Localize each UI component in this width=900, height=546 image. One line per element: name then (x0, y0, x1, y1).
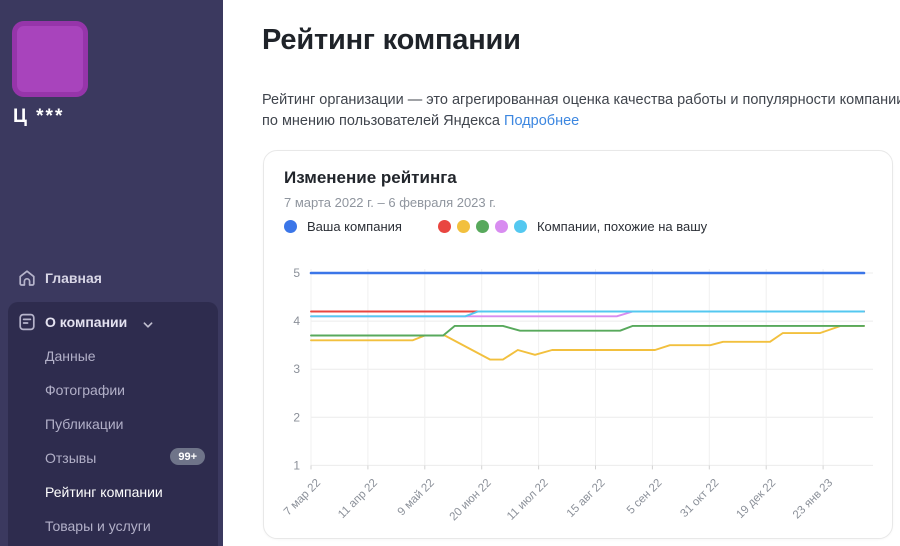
y-tick-label: 3 (293, 362, 300, 376)
sidebar-item-reviews[interactable]: Отзывы (45, 450, 96, 466)
x-tick-label: 15 авг 22 (565, 477, 608, 520)
company-avatar[interactable] (12, 21, 88, 97)
chevron-down-icon[interactable] (142, 318, 154, 330)
sidebar-item-photos[interactable]: Фотографии (45, 382, 125, 398)
legend-dots-similar-companies (438, 220, 527, 233)
more-link[interactable]: Подробнее (504, 113, 579, 129)
legend-dot (438, 220, 451, 233)
rating-chart-card: Изменение рейтинга 7 марта 2022 г. – 6 ф… (263, 150, 893, 539)
x-tick-label: 11 апр 22 (336, 477, 380, 521)
sidebar-item-data[interactable]: Данные (45, 348, 96, 364)
sidebar: Ц *** Главная О компании (0, 0, 223, 546)
chart-legend: Ваша компания Компании, похожие на вашу (284, 217, 707, 235)
page-title: Рейтинг компании (262, 24, 521, 57)
y-tick-label: 5 (293, 266, 300, 280)
page-description-text: Рейтинг организации — это агрегированная… (262, 92, 900, 129)
legend-dot (514, 220, 527, 233)
sidebar-item-posts[interactable]: Публикации (45, 416, 123, 432)
legend-label-your-company: Ваша компания (307, 219, 402, 234)
chart-date-range: 7 марта 2022 г. – 6 февраля 2023 г. (284, 195, 496, 210)
document-icon (17, 312, 37, 332)
x-tick-label: 5 сен 22 (625, 477, 665, 517)
company-name: Ц *** (13, 106, 64, 128)
app-screen: Ц *** Главная О компании (0, 0, 900, 546)
legend-dot-your-company (284, 220, 297, 233)
chart-svg: 543217 мар 2211 апр 229 май 2220 июн 221… (264, 247, 892, 538)
x-tick-label: 11 июл 22 (505, 477, 551, 523)
y-tick-label: 2 (293, 410, 300, 424)
sidebar-section-label[interactable]: О компании (45, 314, 127, 330)
x-tick-label: 9 май 22 (396, 477, 437, 518)
page-description: Рейтинг организации — это агрегированная… (262, 90, 900, 132)
x-tick-label: 23 янв 23 (791, 477, 835, 521)
sidebar-item-company-rating[interactable]: Рейтинг компании (45, 484, 163, 500)
legend-dot (495, 220, 508, 233)
y-tick-label: 1 (293, 458, 300, 472)
sidebar-item-home-label: Главная (45, 270, 102, 286)
legend-label-similar-companies: Компании, похожие на вашу (537, 219, 707, 234)
x-tick-label: 19 дек 22 (734, 477, 778, 521)
legend-dot (284, 220, 297, 233)
main-content: Рейтинг компании Рейтинг организации — э… (223, 0, 900, 546)
x-tick-label: 31 окт 22 (678, 477, 721, 520)
legend-dot (457, 220, 470, 233)
legend-dot (476, 220, 489, 233)
x-tick-label: 20 июн 22 (448, 477, 494, 523)
chart-title: Изменение рейтинга (284, 168, 457, 188)
y-tick-label: 4 (293, 314, 300, 328)
sidebar-section-about-company: О компании Данные Фотографии Публикации … (8, 302, 218, 546)
rating-line-chart: 543217 мар 2211 апр 229 май 2220 июн 221… (264, 247, 892, 538)
home-icon (17, 268, 37, 288)
x-tick-label: 7 мар 22 (282, 477, 323, 518)
sidebar-item-home[interactable]: Главная (0, 268, 223, 290)
sidebar-item-goods-services[interactable]: Товары и услуги (45, 518, 151, 534)
reviews-count-badge: 99+ (170, 448, 205, 465)
